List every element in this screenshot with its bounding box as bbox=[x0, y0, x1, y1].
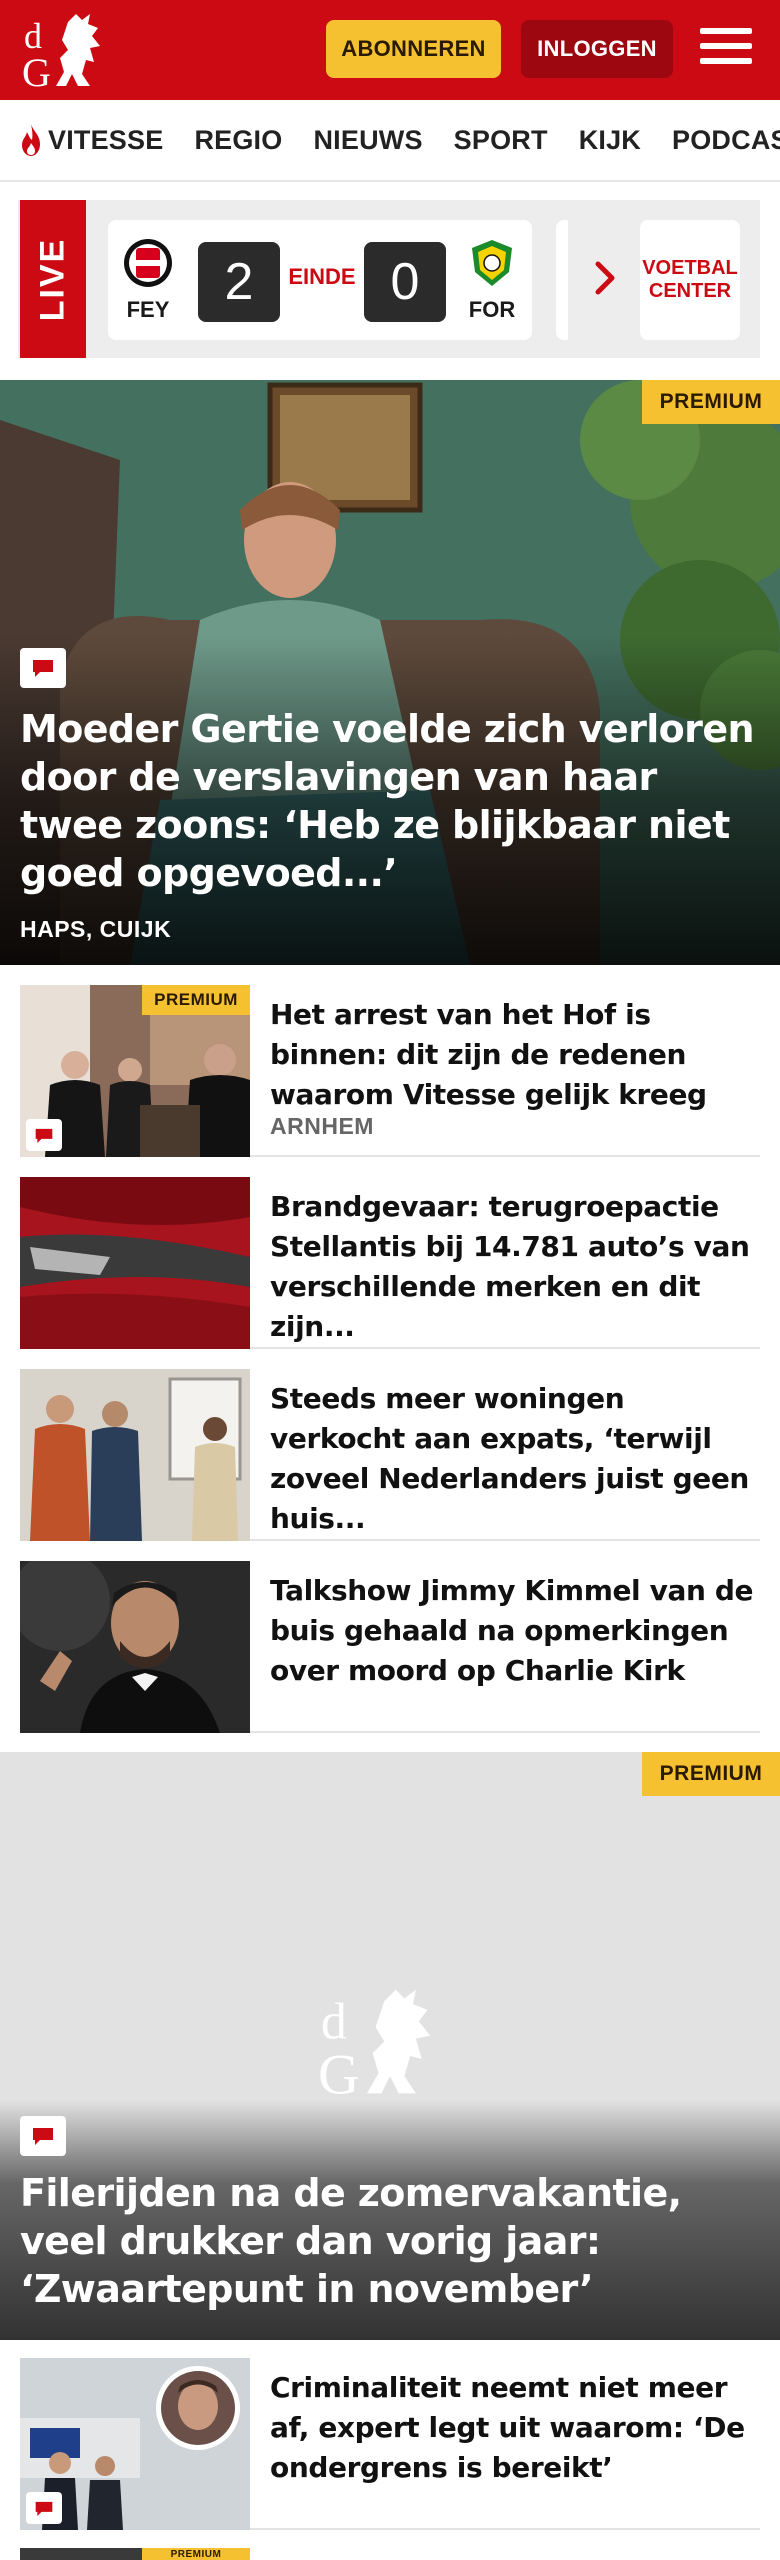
article-location: ARNHEM bbox=[270, 1113, 374, 1139]
nav-item-sport[interactable]: SPORT bbox=[454, 125, 548, 156]
fortuna-badge-icon bbox=[472, 240, 512, 286]
list-item[interactable]: PREMIUM bbox=[20, 2548, 760, 2560]
article-thumbnail: PREMIUM bbox=[20, 985, 250, 1157]
comment-icon bbox=[26, 2492, 62, 2524]
article-title[interactable]: Talkshow Jimmy Kimmel van de buis gehaal… bbox=[270, 1571, 760, 1691]
comment-icon bbox=[20, 648, 66, 688]
home-team: FEY bbox=[118, 238, 178, 323]
login-button[interactable]: INLOGGEN bbox=[521, 20, 673, 78]
section-nav: VITESSE REGIO NIEUWS SPORT KIJK PODCAST bbox=[0, 100, 780, 182]
comment-icon bbox=[26, 1119, 62, 1151]
comment-icon bbox=[20, 2116, 66, 2156]
away-score: 0 bbox=[364, 242, 446, 322]
article-title[interactable]: Het arrest van het Hof is binnen: dit zi… bbox=[270, 995, 760, 1115]
home-score: 2 bbox=[198, 242, 280, 322]
flame-icon bbox=[22, 124, 40, 156]
nav-item-label: REGIO bbox=[194, 124, 283, 155]
hero-location: HAPS, CUIJK bbox=[20, 916, 172, 942]
nav-item-label: KIJK bbox=[578, 124, 642, 155]
home-team-abbr: FEY bbox=[126, 297, 170, 322]
away-team: FOR bbox=[462, 238, 522, 323]
nav-item-label: VITESSE bbox=[48, 124, 164, 155]
list-item[interactable]: Brandgevaar: terugroepactie Stellantis b… bbox=[20, 1177, 760, 1349]
article-thumbnail bbox=[20, 2358, 250, 2530]
article-thumbnail bbox=[20, 1561, 250, 1733]
svg-text:G: G bbox=[22, 50, 51, 90]
article-title[interactable]: Brandgevaar: terugroepactie Stellantis b… bbox=[270, 1187, 760, 1347]
top-header: d G ABONNEREN INLOGGEN bbox=[0, 0, 780, 100]
nav-item-nieuws[interactable]: NIEUWS bbox=[313, 125, 422, 156]
list-item[interactable]: PREMIUM Het arrest van het Hof is binnen… bbox=[20, 985, 760, 1157]
live-scoreboard: LIVE FEY 2 EINDE 0 FOR VOETBAL CENTER bbox=[18, 200, 760, 358]
article-thumbnail bbox=[20, 1177, 250, 1349]
feature-title[interactable]: Filerijden na de zomervakantie, veel dru… bbox=[20, 2169, 760, 2313]
feyenoord-badge-icon bbox=[124, 239, 172, 287]
chevron-right-icon[interactable] bbox=[590, 258, 620, 298]
dg-logo[interactable]: d G bbox=[22, 12, 122, 90]
premium-badge: PREMIUM bbox=[142, 985, 250, 1015]
article-thumbnail: PREMIUM bbox=[20, 2548, 250, 2560]
nav-item-kijk[interactable]: KIJK bbox=[579, 125, 641, 156]
list-item[interactable]: Talkshow Jimmy Kimmel van de buis gehaal… bbox=[20, 1561, 760, 1733]
list-item[interactable]: Steeds meer woningen verkocht aan expats… bbox=[20, 1369, 760, 1541]
voetbal-center-button[interactable]: VOETBAL CENTER bbox=[640, 220, 740, 340]
match-card[interactable]: FEY 2 EINDE 0 FOR bbox=[108, 220, 532, 340]
hero-title[interactable]: Moeder Gertie voelde zich verloren door … bbox=[20, 705, 760, 897]
dg-placeholder-logo: d G bbox=[318, 1989, 431, 2102]
nav-item-label: PODCAST bbox=[672, 124, 780, 155]
list-item[interactable]: Criminaliteit neemt niet meer af, expert… bbox=[20, 2358, 760, 2530]
article-title[interactable]: Steeds meer woningen verkocht aan expats… bbox=[270, 1379, 760, 1539]
nav-item-label: NIEUWS bbox=[313, 124, 423, 155]
svg-text:G: G bbox=[318, 2043, 360, 2102]
menu-icon[interactable] bbox=[700, 28, 752, 72]
nav-item-vitesse[interactable]: VITESSE bbox=[18, 123, 163, 157]
next-match-card[interactable] bbox=[556, 220, 568, 340]
premium-badge: PREMIUM bbox=[642, 380, 780, 424]
away-team-abbr: FOR bbox=[468, 297, 516, 322]
premium-badge: PREMIUM bbox=[642, 1752, 780, 1796]
feature-article[interactable]: d G PREMIUM Filerijden na de zomervakant… bbox=[0, 1752, 780, 2340]
subscribe-button[interactable]: ABONNEREN bbox=[326, 20, 501, 78]
hero-article[interactable]: PREMIUM Moeder Gertie voelde zich verlor… bbox=[0, 380, 780, 965]
nav-item-podcast[interactable]: PODCAST bbox=[672, 125, 780, 156]
article-title[interactable]: Criminaliteit neemt niet meer af, expert… bbox=[270, 2368, 760, 2488]
nav-item-regio[interactable]: REGIO bbox=[194, 125, 282, 156]
article-thumbnail bbox=[20, 1369, 250, 1541]
nav-item-label: SPORT bbox=[453, 124, 548, 155]
premium-badge: PREMIUM bbox=[142, 2548, 250, 2560]
match-status: EINDE bbox=[288, 264, 356, 289]
svg-text:d: d bbox=[321, 1994, 347, 2051]
live-tag: LIVE bbox=[20, 200, 86, 358]
